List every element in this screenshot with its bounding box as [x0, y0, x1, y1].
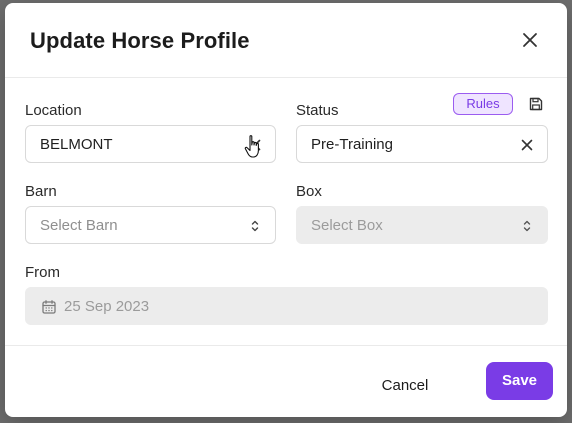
update-horse-profile-dialog: Update Horse Profile Location BELMONT St…	[5, 3, 567, 417]
barn-placeholder: Select Barn	[40, 217, 118, 234]
save-status-button[interactable]	[528, 96, 544, 112]
save-button[interactable]: Save	[486, 362, 553, 400]
floppy-disk-icon	[529, 97, 543, 111]
chevron-up-down-icon	[251, 220, 259, 232]
chevron-up-down-icon	[523, 220, 531, 232]
close-icon	[523, 33, 537, 47]
rules-button[interactable]: Rules	[453, 93, 513, 115]
clear-location-icon[interactable]	[247, 137, 263, 153]
location-select[interactable]: BELMONT	[25, 125, 276, 163]
status-value: Pre-Training	[311, 136, 393, 153]
from-date-value: 25 Sep 2023	[64, 298, 150, 315]
from-label: From	[25, 264, 60, 281]
close-button[interactable]	[519, 29, 541, 51]
barn-select[interactable]: Select Barn	[25, 206, 276, 244]
from-date-input[interactable]: 25 Sep 2023	[25, 287, 548, 325]
box-select[interactable]: Select Box	[296, 206, 548, 244]
cancel-button[interactable]: Cancel	[365, 372, 445, 400]
box-label: Box	[296, 183, 322, 200]
status-label: Status	[296, 102, 339, 119]
barn-label: Barn	[25, 183, 57, 200]
status-select[interactable]: Pre-Training	[296, 125, 548, 163]
dialog-title: Update Horse Profile	[30, 28, 250, 53]
dialog-header: Update Horse Profile	[5, 3, 567, 78]
box-placeholder: Select Box	[311, 217, 383, 234]
location-value: BELMONT	[40, 136, 113, 153]
calendar-icon	[42, 300, 56, 314]
dialog-footer	[5, 345, 567, 417]
clear-status-icon[interactable]	[519, 137, 535, 153]
location-label: Location	[25, 102, 82, 119]
